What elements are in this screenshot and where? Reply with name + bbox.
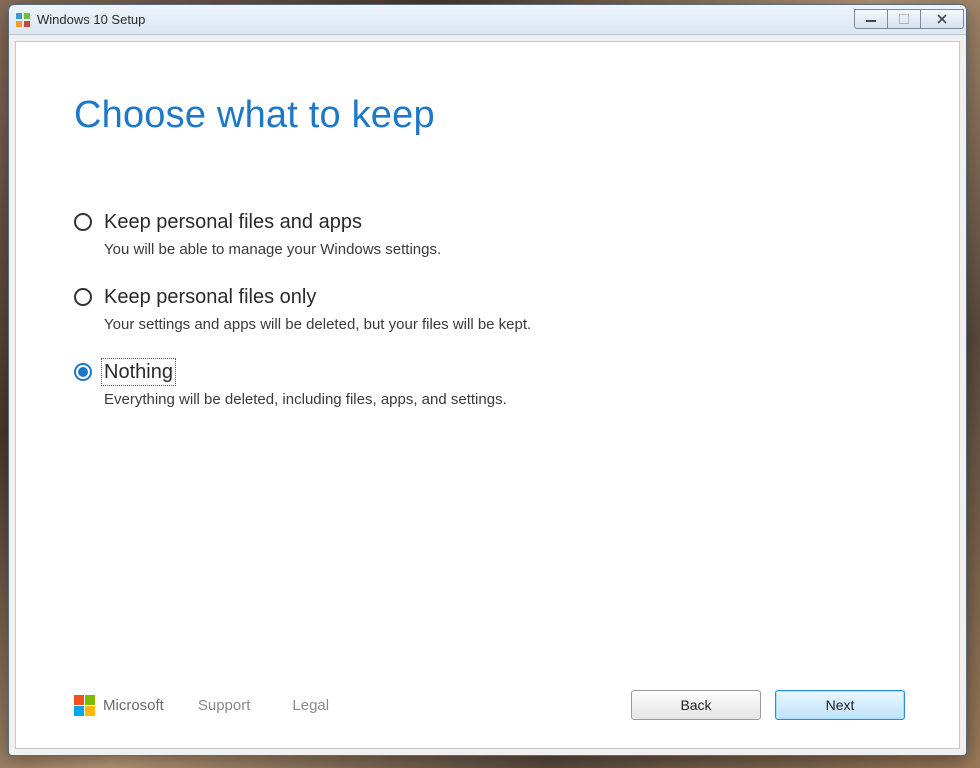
option-label: Keep personal files and apps [104,209,362,235]
microsoft-logo-icon [74,695,95,716]
option-text: Keep personal files only Your settings a… [104,284,531,333]
close-icon [937,14,947,24]
option-label: Nothing [101,358,176,386]
maximize-icon [899,14,909,24]
option-desc: Your settings and apps will be deleted, … [104,316,531,333]
radio-icon [74,363,92,381]
window-title: Windows 10 Setup [37,12,855,27]
option-nothing[interactable]: Nothing Everything will be deleted, incl… [74,359,905,408]
footer: Microsoft Support Legal Back Next [74,690,905,720]
keep-options-group: Keep personal files and apps You will be… [74,209,905,434]
window-controls [855,9,964,31]
radio-icon [74,288,92,306]
client-area: Choose what to keep Keep personal files … [15,41,960,749]
brand-name: Microsoft [103,697,164,714]
maximize-button [887,9,921,29]
radio-icon [74,213,92,231]
page-title: Choose what to keep [74,94,905,137]
option-desc: Everything will be deleted, including fi… [104,391,507,408]
next-button[interactable]: Next [775,690,905,720]
option-keep-files-only[interactable]: Keep personal files only Your settings a… [74,284,905,333]
app-icon [15,12,31,28]
minimize-button[interactable] [854,9,888,29]
close-button[interactable] [920,9,964,29]
option-text: Keep personal files and apps You will be… [104,209,441,258]
setup-window: Windows 10 Setup Choose what to keep [8,4,967,756]
option-keep-files-apps[interactable]: Keep personal files and apps You will be… [74,209,905,258]
option-text: Nothing Everything will be deleted, incl… [104,359,507,408]
titlebar[interactable]: Windows 10 Setup [9,5,966,35]
option-label: Keep personal files only [104,284,316,310]
option-desc: You will be able to manage your Windows … [104,241,441,258]
support-link[interactable]: Support [198,697,251,714]
minimize-icon [866,14,876,24]
back-button[interactable]: Back [631,690,761,720]
legal-link[interactable]: Legal [292,697,329,714]
